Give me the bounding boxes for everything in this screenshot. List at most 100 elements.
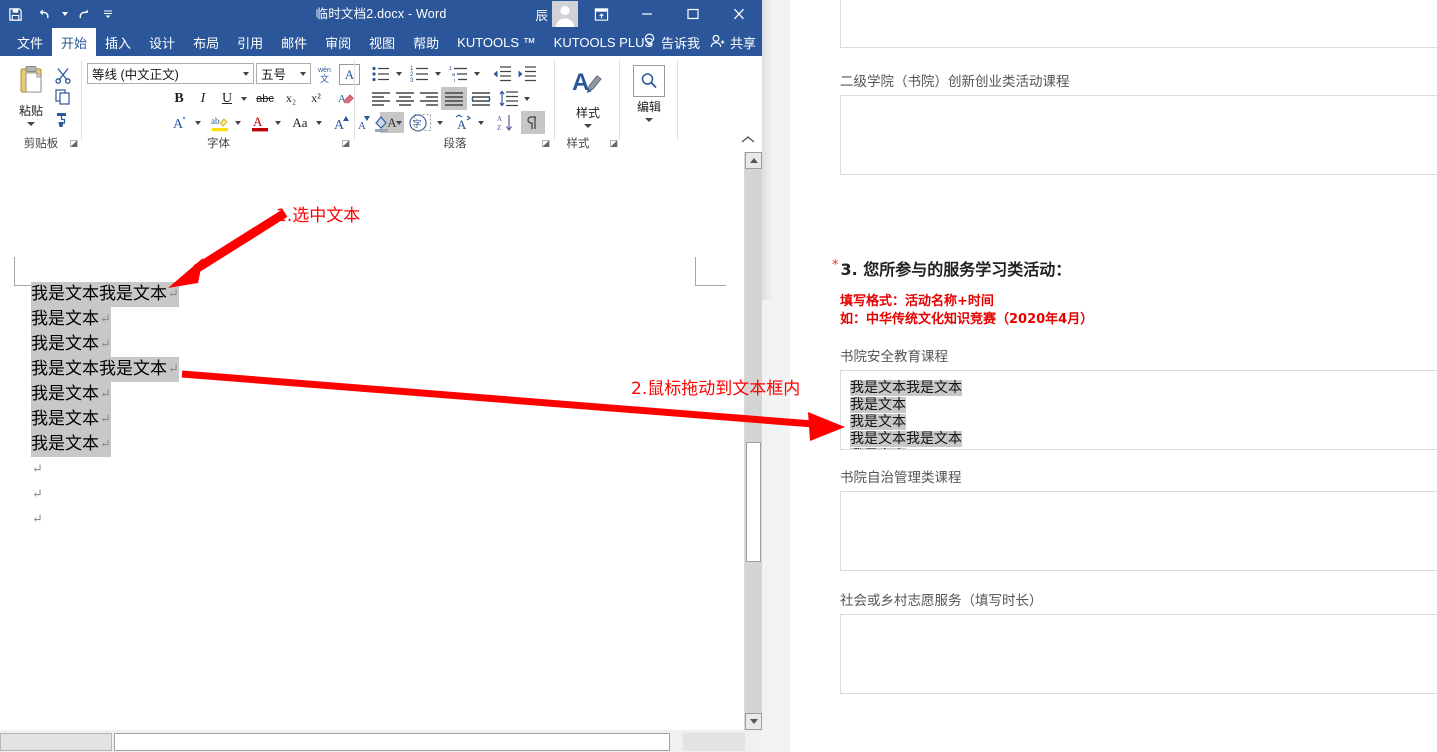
scroll-up-button[interactable]: [745, 152, 762, 169]
underline-dropdown-icon[interactable]: [238, 88, 250, 109]
asian-layout-dropdown-icon[interactable]: [475, 112, 487, 133]
underline-button[interactable]: U: [216, 88, 238, 109]
tell-me-button[interactable]: 告诉我: [643, 33, 700, 52]
numbering-dropdown-icon[interactable]: [432, 64, 444, 84]
multilevel-dropdown-icon[interactable]: [471, 64, 483, 84]
align-left-icon[interactable]: [369, 88, 393, 109]
clipboard-dialog-launcher[interactable]: ◪: [69, 138, 78, 149]
annotation-label-1: 1.选中文本: [276, 206, 361, 226]
font-dialog-launcher[interactable]: ◪: [341, 138, 350, 149]
chevron-down-icon[interactable]: [243, 71, 249, 76]
tab-home[interactable]: 开始: [52, 28, 97, 56]
paste-button[interactable]: 粘贴: [8, 64, 54, 126]
collapse-ribbon-icon[interactable]: [740, 135, 756, 148]
user-name-label: 辰: [535, 8, 548, 23]
font-color-dropdown-icon[interactable]: [272, 112, 284, 133]
change-case-dropdown-icon[interactable]: [313, 112, 325, 133]
share-button[interactable]: 共享: [710, 33, 756, 52]
align-right-icon[interactable]: [417, 88, 441, 109]
styles-button[interactable]: A 样式: [566, 66, 610, 128]
align-center-icon[interactable]: [393, 88, 417, 109]
share-label: 共享: [729, 35, 756, 51]
textarea-innovation-course[interactable]: [840, 95, 1437, 175]
copy-icon[interactable]: [52, 87, 74, 107]
line-spacing-dropdown-icon[interactable]: [521, 88, 533, 109]
chevron-down-icon[interactable]: [27, 122, 35, 126]
chevron-down-icon[interactable]: [584, 124, 592, 128]
document-empty-line: ↵: [31, 482, 179, 507]
vertical-scroll-thumb[interactable]: [746, 442, 761, 562]
grow-font-icon[interactable]: A: [332, 112, 354, 133]
sort-icon[interactable]: AZ: [494, 112, 518, 133]
tab-references[interactable]: 引用: [228, 28, 272, 56]
asian-layout-icon[interactable]: A: [451, 112, 475, 133]
numbered-list-icon[interactable]: 123: [408, 64, 432, 84]
bold-button[interactable]: B: [168, 88, 190, 109]
textarea-volunteer-service[interactable]: [840, 614, 1437, 694]
phonetic-guide-icon[interactable]: wén 文: [314, 63, 336, 84]
vertical-scrollbar[interactable]: [744, 152, 762, 730]
chevron-down-icon[interactable]: [300, 71, 306, 76]
tab-review[interactable]: 审阅: [316, 28, 360, 56]
chevron-down-icon[interactable]: [645, 118, 653, 122]
change-case-button[interactable]: Aa: [287, 112, 313, 133]
highlight-dropdown-icon[interactable]: [232, 112, 244, 133]
vertical-scroll-track[interactable]: [745, 169, 762, 713]
font-color-icon[interactable]: A: [248, 112, 272, 133]
distribute-text-icon[interactable]: [469, 88, 493, 109]
font-size-input[interactable]: 五号: [256, 63, 311, 84]
subscript-button[interactable]: x₂: [279, 88, 303, 109]
document-canvas[interactable]: 我是文本我是文本 ↵ 我是文本 ↵ 我是文本 ↵ 我是文本我是文本 ↵ 我是文本 ↵ 我是…: [0, 152, 762, 752]
minimize-icon[interactable]: [624, 0, 670, 28]
ribbon-display-options-icon[interactable]: [578, 0, 624, 28]
close-icon[interactable]: [716, 0, 762, 28]
shading-dropdown-icon[interactable]: [393, 112, 405, 133]
horizontal-scroll-thumb[interactable]: [114, 733, 670, 751]
textarea-previous-question[interactable]: [840, 0, 1437, 48]
textarea-self-governance-course[interactable]: [840, 491, 1437, 571]
editing-button[interactable]: 编辑: [627, 65, 671, 122]
tab-mailings[interactable]: 邮件: [272, 28, 316, 56]
lightbulb-icon: [643, 33, 656, 51]
ribbon-group-font: 等线 (中文正文) 五号 wén 文 A B I U abc x₂ x² A A…: [82, 56, 427, 152]
group-label-styles: 样式: [566, 138, 590, 150]
shading-icon[interactable]: [369, 112, 393, 133]
maximize-icon[interactable]: [670, 0, 716, 28]
multilevel-list-icon[interactable]: 1ai: [447, 64, 471, 84]
borders-icon[interactable]: [410, 112, 434, 133]
align-justify-button[interactable]: [441, 87, 467, 110]
textarea-value-safety-course: 我是文本我是文本 我是文本 我是文本 我是文本我是文本 我是文本: [850, 380, 962, 449]
format-painter-icon[interactable]: [52, 109, 74, 129]
increase-indent-icon[interactable]: [515, 64, 539, 84]
horizontal-scrollbar[interactable]: [0, 730, 745, 752]
font-name-input[interactable]: 等线 (中文正文): [87, 63, 254, 84]
document-text[interactable]: 我是文本我是文本 ↵ 我是文本 ↵ 我是文本 ↵ 我是文本我是文本 ↵ 我是文本 ↵ 我是…: [31, 282, 179, 532]
bullets-dropdown-icon[interactable]: [393, 64, 405, 84]
text-effects-icon[interactable]: A: [168, 112, 192, 133]
styles-dialog-launcher[interactable]: ◪: [609, 138, 618, 149]
strikethrough-button[interactable]: abc: [252, 88, 278, 109]
tab-insert[interactable]: 插入: [96, 28, 140, 56]
document-page[interactable]: 我是文本我是文本 ↵ 我是文本 ↵ 我是文本 ↵ 我是文本我是文本 ↵ 我是文本 ↵ 我是…: [0, 152, 738, 730]
tab-file[interactable]: 文件: [8, 28, 52, 56]
line-spacing-icon[interactable]: [497, 88, 521, 109]
svg-text:文: 文: [320, 73, 329, 84]
avatar[interactable]: [552, 1, 578, 27]
scroll-down-button[interactable]: [745, 713, 762, 730]
tab-view[interactable]: 视图: [360, 28, 404, 56]
text-highlight-icon[interactable]: ab: [208, 112, 232, 133]
text-effects-dropdown-icon[interactable]: [192, 112, 204, 133]
cut-icon[interactable]: [52, 65, 74, 85]
textarea-safety-course[interactable]: 我是文本我是文本 我是文本 我是文本 我是文本我是文本 我是文本: [840, 370, 1437, 450]
superscript-button[interactable]: x²: [304, 88, 328, 109]
decrease-indent-icon[interactable]: [490, 64, 514, 84]
show-formatting-marks-button[interactable]: [521, 111, 545, 134]
tab-design[interactable]: 设计: [140, 28, 184, 56]
tab-kutools[interactable]: KUTOOLS ™: [448, 28, 545, 56]
tab-layout[interactable]: 布局: [184, 28, 228, 56]
italic-button[interactable]: I: [192, 88, 214, 109]
borders-dropdown-icon[interactable]: [434, 112, 446, 133]
textarea-content-clip: 我是文本我是文本 我是文本 我是文本 我是文本我是文本 我是文本: [841, 371, 1437, 449]
bullet-list-icon[interactable]: [369, 64, 393, 84]
tab-help[interactable]: 帮助: [404, 28, 448, 56]
